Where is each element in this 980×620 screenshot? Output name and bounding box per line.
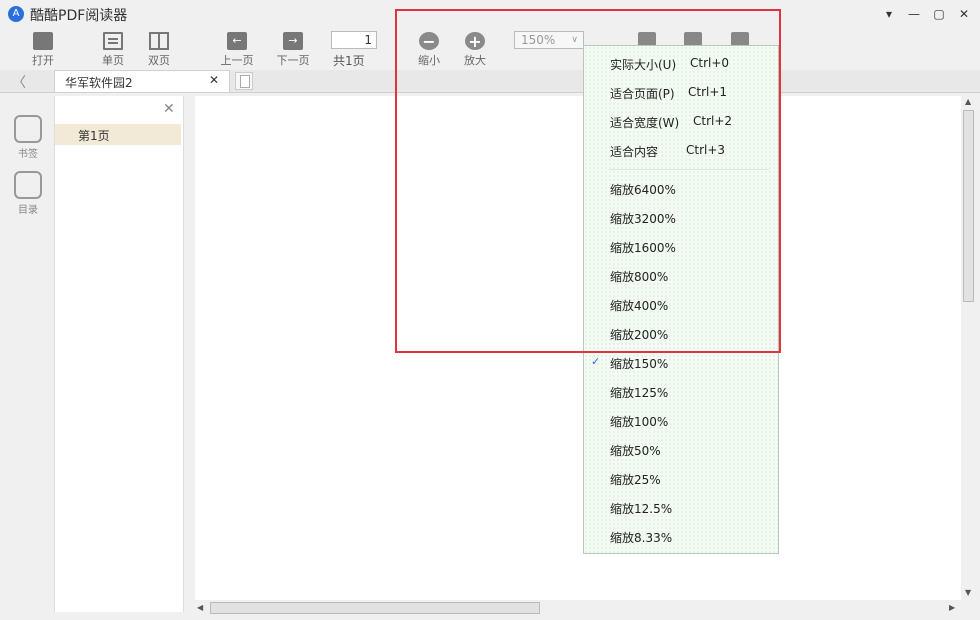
scroll-left-icon[interactable]: ◀ bbox=[197, 603, 203, 612]
tab-close-icon[interactable]: ✕ bbox=[209, 73, 219, 87]
scroll-up-icon[interactable]: ▲ bbox=[965, 97, 971, 106]
tab-document-title: 华军软件园2 bbox=[65, 76, 133, 90]
new-document-icon bbox=[240, 75, 250, 88]
app-title: 酷酷PDF阅读器 bbox=[30, 8, 128, 24]
prev-page-button[interactable]: ← 上一页 bbox=[217, 28, 257, 68]
bookmark-panel bbox=[54, 96, 184, 612]
horizontal-scroll-thumb[interactable] bbox=[210, 602, 540, 614]
prev-page-label: 上一页 bbox=[220, 54, 254, 67]
new-tab-button[interactable] bbox=[235, 72, 253, 90]
maximize-button[interactable]: ▢ bbox=[931, 6, 947, 22]
page-total-label: 共1页 bbox=[333, 54, 365, 68]
single-page-label: 单页 bbox=[102, 54, 124, 67]
toc-label: 目录 bbox=[18, 205, 38, 216]
back-arrow-icon[interactable]: 〈 bbox=[12, 72, 26, 92]
arrow-left-icon: ← bbox=[227, 32, 247, 50]
menu-item-zoom[interactable]: 缩放8.33% bbox=[610, 529, 672, 546]
double-page-button[interactable]: 双页 bbox=[139, 28, 179, 68]
bookmarks-button[interactable]: 书签 bbox=[11, 115, 45, 160]
vertical-scroll-thumb[interactable] bbox=[963, 110, 974, 302]
open-button[interactable]: 打开 bbox=[23, 28, 63, 68]
window-menu-button[interactable]: ▾ bbox=[881, 6, 897, 22]
menu-item-zoom[interactable]: 缩放125% bbox=[610, 384, 668, 401]
bookmark-icon bbox=[14, 115, 42, 143]
scroll-down-icon[interactable]: ▼ bbox=[965, 588, 971, 597]
scroll-right-icon[interactable]: ▶ bbox=[949, 603, 955, 612]
bookmark-item[interactable]: 第1页 bbox=[55, 124, 181, 145]
highlight-box bbox=[395, 9, 781, 353]
checkmark-icon: ✓ bbox=[591, 355, 601, 368]
single-page-icon bbox=[103, 32, 123, 50]
menu-item-zoom[interactable]: 缩放12.5% bbox=[610, 500, 672, 517]
folder-icon bbox=[33, 32, 53, 50]
next-page-label: 下一页 bbox=[276, 54, 310, 67]
single-page-button[interactable]: 单页 bbox=[93, 28, 133, 68]
double-page-icon bbox=[149, 32, 169, 50]
panel-close-icon[interactable]: ✕ bbox=[163, 101, 175, 117]
next-page-button[interactable]: → 下一页 bbox=[273, 28, 313, 68]
close-window-button[interactable]: ✕ bbox=[956, 6, 972, 22]
menu-item-zoom[interactable]: 缩放100% bbox=[610, 413, 668, 430]
tab-document[interactable]: 华军软件园2 ✕ bbox=[54, 70, 230, 92]
open-label: 打开 bbox=[32, 54, 54, 67]
bookmark-item-label: 第1页 bbox=[78, 129, 110, 143]
menu-item-zoom[interactable]: 缩放25% bbox=[610, 471, 661, 488]
double-page-label: 双页 bbox=[148, 54, 170, 67]
arrow-right-icon: → bbox=[283, 32, 303, 50]
app-logo-icon: A bbox=[8, 6, 24, 22]
list-icon bbox=[14, 171, 42, 199]
page-number-input[interactable]: 1 bbox=[331, 31, 377, 49]
bookmarks-label: 书签 bbox=[18, 149, 38, 160]
minimize-button[interactable]: — bbox=[906, 6, 922, 22]
toc-button[interactable]: 目录 bbox=[11, 171, 45, 216]
menu-item-zoom[interactable]: 缩放50% bbox=[610, 442, 661, 459]
menu-item-zoom-selected[interactable]: 缩放150% bbox=[610, 355, 668, 372]
